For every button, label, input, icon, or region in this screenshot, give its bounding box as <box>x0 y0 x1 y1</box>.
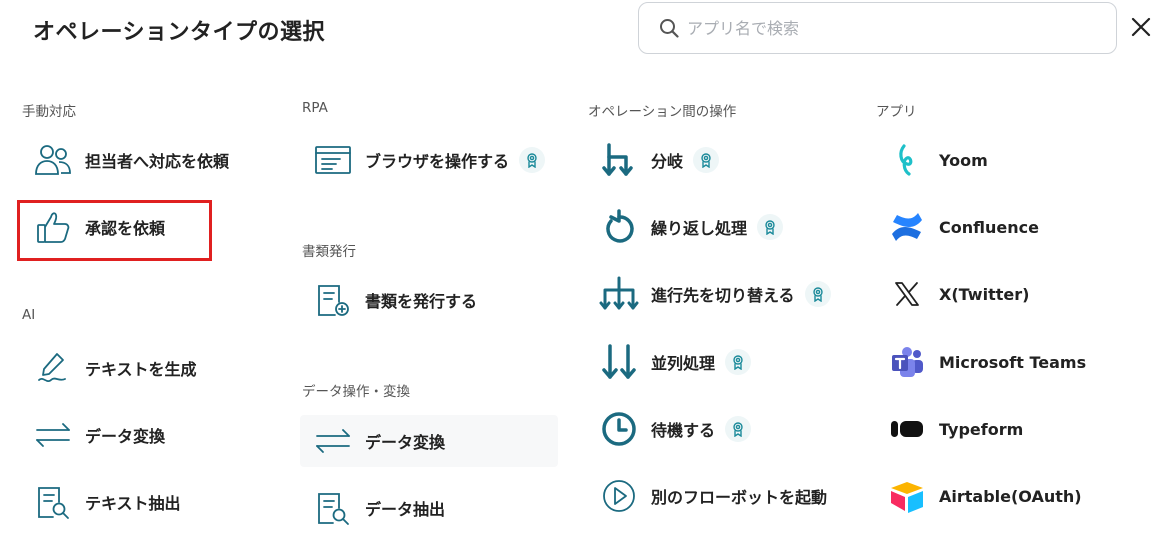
browser-icon <box>313 140 353 180</box>
op-label: 担当者へ対応を依頼 <box>85 152 230 171</box>
op-label: 分岐 <box>651 152 684 171</box>
op-data-convert[interactable]: データ変換 <box>313 418 445 464</box>
op-wait[interactable]: 待機する <box>599 406 752 452</box>
close-icon[interactable] <box>1128 14 1154 40</box>
op-ai-data-convert[interactable]: データ変換 <box>33 412 165 458</box>
section-ops: オペレーション間の操作 <box>588 104 737 120</box>
section-manual: 手動対応 <box>22 104 76 120</box>
page-title: オペレーションタイプの選択 <box>33 20 326 45</box>
pen-icon <box>33 348 73 388</box>
op-issue-document[interactable]: 書類を発行する <box>313 277 477 323</box>
award-badge-icon <box>693 147 720 173</box>
award-badge-icon <box>725 349 752 375</box>
section-rpa: RPA <box>302 100 328 116</box>
op-branch[interactable]: 分岐 <box>599 137 720 183</box>
app-label: X(Twitter) <box>939 284 1030 304</box>
award-badge-icon <box>804 281 831 307</box>
op-extract-text[interactable]: テキスト抽出 <box>33 479 181 525</box>
app-label: Typeform <box>939 419 1024 439</box>
op-switch-route[interactable]: 進行先を切り替える <box>599 271 831 317</box>
op-label: 承認を依頼 <box>85 219 166 238</box>
typeform-logo-icon <box>887 409 927 449</box>
op-label: ブラウザを操作する <box>365 152 510 171</box>
op-label: 書類を発行する <box>365 292 478 311</box>
op-label: 進行先を切り替える <box>651 286 795 305</box>
op-label: 待機する <box>651 421 716 440</box>
op-label: テキストを生成 <box>85 360 197 379</box>
document-search-icon <box>313 488 353 528</box>
users-icon <box>33 140 73 180</box>
op-request-approval[interactable]: 承認を依頼 <box>33 204 165 250</box>
loop-icon <box>599 207 639 247</box>
op-data-extract[interactable]: データ抽出 <box>313 485 445 531</box>
section-docs: 書類発行 <box>302 244 356 260</box>
airtable-logo-icon <box>887 476 927 516</box>
award-badge-icon <box>725 416 752 442</box>
app-label: Yoom <box>939 150 988 170</box>
op-loop[interactable]: 繰り返し処理 <box>599 204 784 250</box>
op-label: データ抽出 <box>365 500 446 519</box>
op-label: 別のフローボットを起動 <box>651 488 828 507</box>
op-generate-text[interactable]: テキストを生成 <box>33 345 197 391</box>
op-label: テキスト抽出 <box>85 494 181 513</box>
parallel-icon <box>599 342 639 382</box>
arrows-exchange-icon <box>33 415 73 455</box>
op-request-assignee[interactable]: 担当者へ対応を依頼 <box>33 137 229 183</box>
branch-icon <box>599 140 639 180</box>
search-box[interactable] <box>638 2 1117 54</box>
document-search-icon <box>33 482 73 522</box>
award-badge-icon <box>519 147 546 173</box>
app-yoom[interactable]: Yoom <box>887 137 988 183</box>
clock-icon <box>599 409 639 449</box>
app-label: Confluence <box>939 217 1039 237</box>
confluence-logo-icon <box>887 207 927 247</box>
app-airtable[interactable]: Airtable(OAuth) <box>887 473 1082 519</box>
app-confluence[interactable]: Confluence <box>887 204 1039 250</box>
arrows-exchange-icon <box>313 421 353 461</box>
op-launch-flowbot[interactable]: 別のフローボットを起動 <box>599 473 827 519</box>
teams-logo-icon <box>887 342 927 382</box>
op-label: データ変換 <box>85 427 166 446</box>
document-add-icon <box>313 280 353 320</box>
section-apps: アプリ <box>876 104 917 120</box>
x-logo-icon <box>887 274 927 314</box>
play-circle-icon <box>599 476 639 516</box>
search-input[interactable] <box>687 18 1087 38</box>
section-data: データ操作・変換 <box>302 384 410 400</box>
thumbs-up-icon <box>33 207 73 247</box>
op-label: 繰り返し処理 <box>651 219 748 238</box>
switch-route-icon <box>599 274 639 314</box>
op-label: データ変換 <box>365 433 446 452</box>
app-typeform[interactable]: Typeform <box>887 406 1023 452</box>
app-label: Airtable(OAuth) <box>939 486 1082 506</box>
op-parallel[interactable]: 並列処理 <box>599 339 752 385</box>
app-label: Microsoft Teams <box>939 352 1087 372</box>
op-label: 並列処理 <box>651 354 716 373</box>
app-x-twitter[interactable]: X(Twitter) <box>887 271 1029 317</box>
search-icon <box>660 19 679 38</box>
app-microsoft-teams[interactable]: Microsoft Teams <box>887 339 1086 385</box>
award-badge-icon <box>757 214 784 240</box>
section-ai: AI <box>22 307 36 323</box>
yoom-logo-icon <box>887 140 927 180</box>
op-browser[interactable]: ブラウザを操作する <box>313 137 546 183</box>
